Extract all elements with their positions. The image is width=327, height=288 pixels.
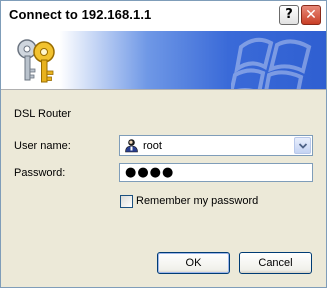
realm-text: DSL Router (14, 108, 72, 120)
password-value: ●●●● (125, 165, 175, 180)
close-button[interactable]: ✕ (301, 5, 321, 25)
password-field[interactable]: ●●●● (119, 163, 313, 182)
username-value: root (143, 140, 162, 152)
chevron-down-icon (299, 143, 307, 149)
ok-button[interactable]: OK (157, 252, 230, 274)
user-icon (125, 139, 138, 153)
dialog-banner (1, 31, 326, 89)
keys-icon (17, 39, 55, 83)
help-button[interactable]: ? (279, 5, 299, 25)
cancel-button[interactable]: Cancel (239, 252, 312, 274)
dialog-title: Connect to 192.168.1.1 (9, 7, 152, 22)
username-combobox[interactable]: root (119, 135, 313, 156)
username-label: User name: (14, 140, 71, 152)
title-bar[interactable]: Connect to 192.168.1.1 ? ✕ (1, 1, 326, 31)
remember-password-label[interactable]: Remember my password (136, 195, 258, 207)
password-label: Password: (14, 167, 66, 179)
banner-divider (1, 89, 326, 90)
login-dialog: Connect to 192.168.1.1 ? ✕ DSL Router Us… (0, 0, 327, 288)
remember-password-checkbox[interactable] (120, 195, 133, 208)
windows-logo-watermark (231, 37, 312, 89)
dropdown-button[interactable] (294, 137, 311, 154)
